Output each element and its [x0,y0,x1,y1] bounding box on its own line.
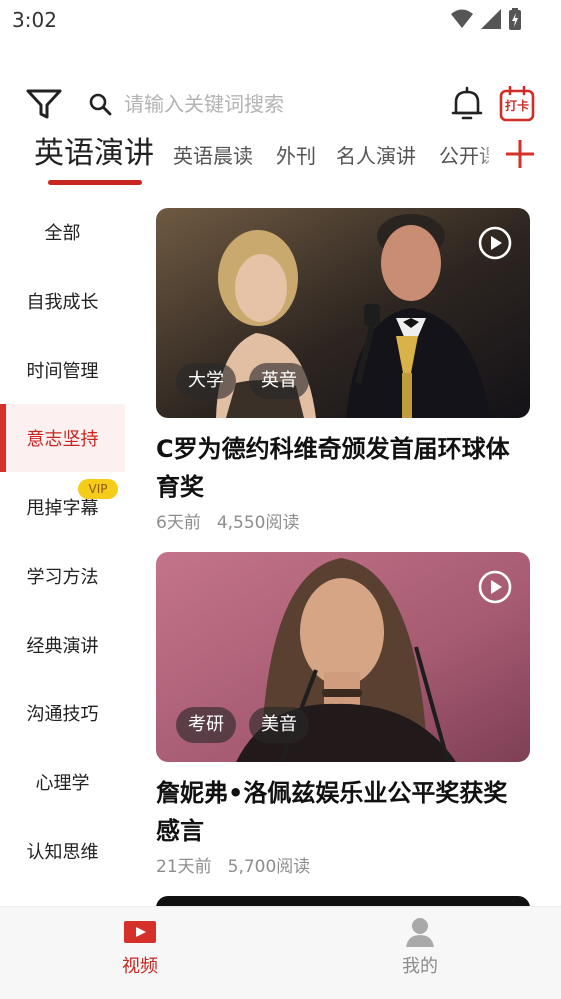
sidebar-item-cognitive-thinking[interactable]: 认知思维 [0,817,125,885]
bell-icon[interactable] [450,86,484,122]
sidebar-item-psychology[interactable]: 心理学 [0,748,125,816]
search-icon [89,93,112,116]
post-time: 21天前 [156,857,212,877]
post-time: 6天前 [156,513,201,533]
video-thumbnail[interactable]: 考研 美音 [156,552,530,762]
sidebar-item-study-methods[interactable]: 学习方法 [0,542,125,610]
accent-tag: 美音 [249,707,309,743]
play-icon[interactable] [478,226,512,260]
video-meta: 21天前 5,700阅读 [156,852,310,877]
video-feed: 大学 英音 C罗为德约科维奇颁发首届环球体育奖 6天前 4,550阅读 考研 美… [156,208,530,906]
nav-video[interactable]: 视频 [80,907,200,999]
status-time: 3:02 [12,8,57,32]
wifi-icon [451,9,473,28]
video-thumbnail[interactable] [156,896,530,906]
video-icon [124,921,156,943]
sidebar-item-communication[interactable]: 沟通技巧 [0,679,125,747]
status-bar: 3:02 [0,0,561,40]
sidebar-item-self-growth[interactable]: 自我成长 [0,267,125,335]
video-card[interactable]: 大学 英音 C罗为德约科维奇颁发首届环球体育奖 6天前 4,550阅读 [156,208,530,548]
checkin-button[interactable]: 打卡 [499,85,535,122]
person-icon [406,918,434,947]
battery-icon [509,8,521,30]
vip-badge: VIP [78,479,118,499]
nav-video-label: 视频 [122,956,158,977]
sidebar-item-all[interactable]: 全部 [0,198,125,266]
sidebar-item-classic-speeches[interactable]: 经典演讲 [0,611,125,679]
level-tag: 大学 [176,363,236,399]
video-meta: 6天前 4,550阅读 [156,508,300,533]
sidebar: 全部 自我成长 时间管理 意志坚持 甩掉字幕 VIP 学习方法 经典演讲 沟通技… [0,198,125,906]
video-title[interactable]: 詹妮弗•洛佩兹娱乐业公平奖获奖感言 [156,774,530,850]
tab-celebrity-speech[interactable]: 名人演讲 [336,134,416,178]
level-tag: 考研 [176,707,236,743]
nav-mine[interactable]: 我的 [360,907,480,999]
video-title[interactable]: C罗为德约科维奇颁发首届环球体育奖 [156,430,530,506]
sidebar-item-time-management[interactable]: 时间管理 [0,336,125,404]
video-card[interactable]: 考研 美音 詹妮弗•洛佩兹娱乐业公平奖获奖感言 21天前 5,700阅读 [156,552,530,892]
accent-tag: 英音 [249,363,309,399]
read-count: 4,550阅读 [216,513,300,533]
tab-fade [480,132,496,176]
tab-english-speech[interactable]: 英语演讲 [34,132,154,176]
signal-icon [481,9,501,29]
filter-icon[interactable] [26,88,62,120]
add-tab-icon[interactable] [502,136,538,172]
sidebar-item-perseverance[interactable]: 意志坚持 [0,404,125,472]
bottom-nav: 视频 我的 [0,906,561,999]
nav-mine-label: 我的 [402,956,438,977]
play-icon[interactable] [478,570,512,604]
status-icons [451,8,521,30]
header: 打卡 [0,80,561,130]
read-count: 5,700阅读 [227,857,311,877]
search-input[interactable] [124,88,424,120]
checkin-label: 打卡 [504,99,529,113]
tab-morning-reading[interactable]: 英语晨读 [173,134,253,178]
tab-foreign-journals[interactable]: 外刊 [276,134,316,178]
video-card[interactable] [156,896,530,906]
active-tab-indicator [48,180,142,185]
category-tabs: 英语演讲 英语晨读 外刊 名人演讲 公开课 [0,132,561,192]
video-thumbnail[interactable]: 大学 英音 [156,208,530,418]
